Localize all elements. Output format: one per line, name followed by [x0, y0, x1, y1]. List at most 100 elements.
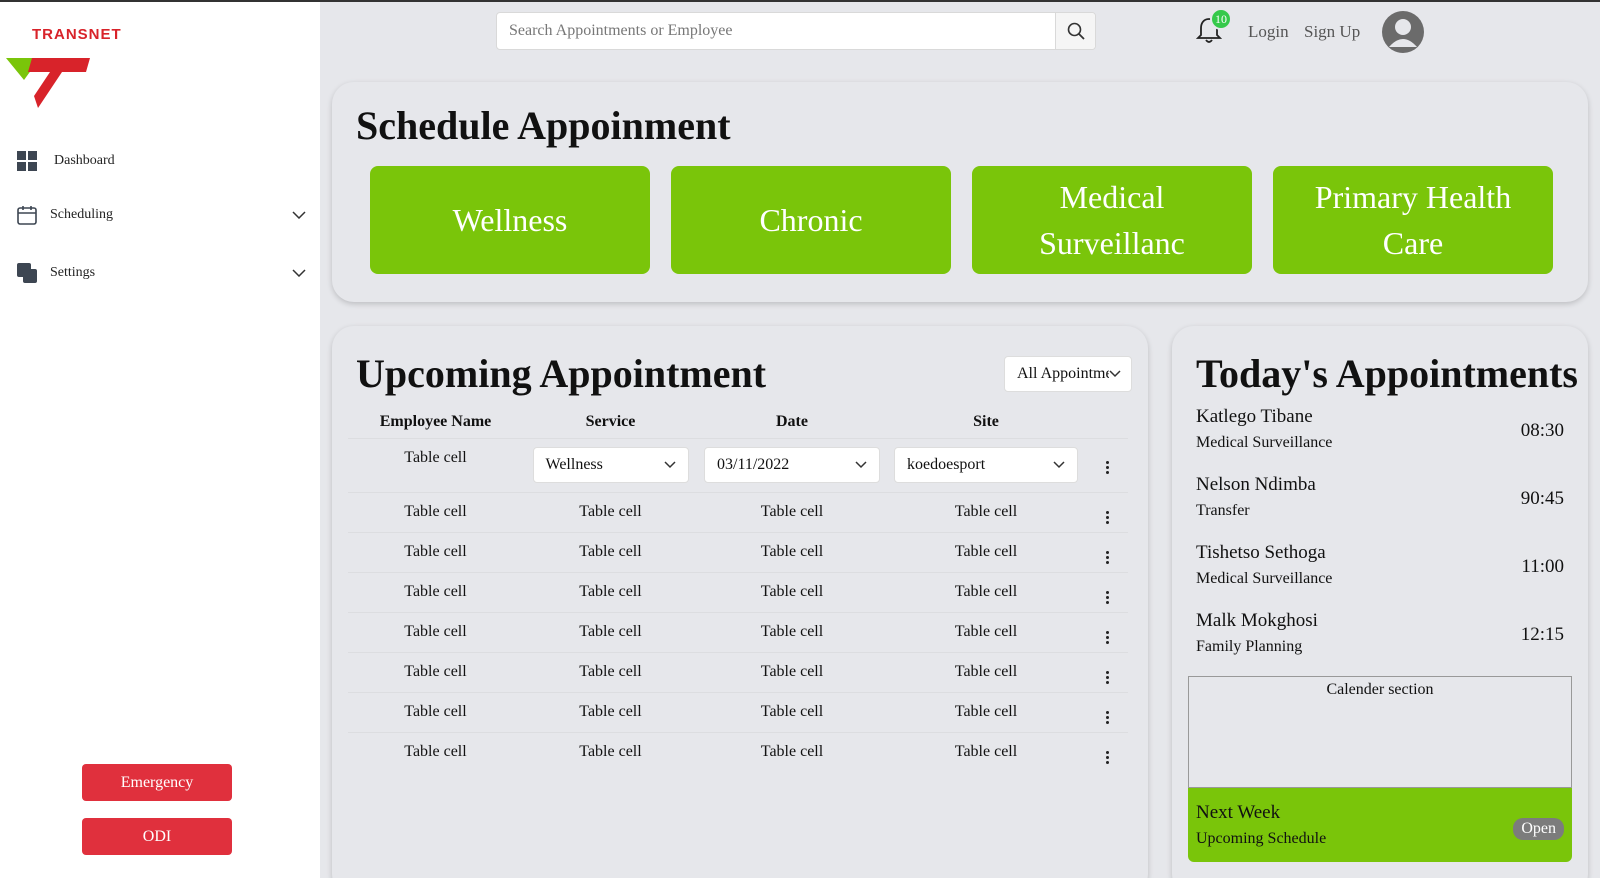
- row-menu-icon[interactable]: [1097, 710, 1117, 724]
- table-cell: Table cell: [348, 571, 523, 612]
- sidebar-item-label: Settings: [50, 265, 96, 280]
- sidebar-item-scheduling[interactable]: Scheduling: [16, 204, 306, 226]
- appointment-service: Medical Surveillance: [1196, 434, 1333, 451]
- appointment-name: Tishetso Sethoga: [1196, 542, 1326, 563]
- chevron-down-icon: [1053, 461, 1065, 469]
- table-row: Table cell Table cell Table cell Table c…: [348, 491, 1128, 532]
- appointments-table: Employee Name Service Date Site Table ce…: [348, 406, 1128, 772]
- table-cell: Table cell: [886, 731, 1086, 772]
- row-menu-icon[interactable]: [1097, 630, 1117, 644]
- notification-badge: 10: [1210, 8, 1232, 30]
- appointments-filter-select[interactable]: All Appointments: [1004, 356, 1132, 392]
- table-cell: Table cell: [886, 611, 1086, 652]
- odi-button[interactable]: ODI: [82, 818, 232, 855]
- row-menu-icon[interactable]: [1097, 510, 1117, 524]
- sidebar-item-label: Scheduling: [50, 207, 113, 222]
- table-row: Table cell Table cell Table cell Table c…: [348, 531, 1128, 572]
- table-row: Table cell Table cell Table cell Table c…: [348, 651, 1128, 692]
- table-cell: Table cell: [523, 731, 698, 772]
- calendar-label: Calender section: [1326, 681, 1434, 698]
- sidebar-item-settings[interactable]: Settings: [16, 262, 306, 284]
- table-cell: Table cell: [698, 611, 886, 652]
- search-bar: [496, 12, 1096, 50]
- calendar-section[interactable]: Calender section: [1188, 676, 1572, 788]
- user-icon: [1389, 19, 1417, 47]
- table-cell: Table cell: [348, 531, 523, 572]
- appointment-name: Nelson Ndimba: [1196, 474, 1316, 495]
- table-cell: Table cell: [886, 491, 1086, 532]
- sidebar-item-label: Dashboard: [54, 153, 115, 168]
- search-input[interactable]: [497, 13, 1055, 49]
- column-header: Service: [585, 412, 636, 430]
- appointment-item[interactable]: Nelson Ndimba Transfer 90:45: [1196, 474, 1564, 520]
- table-cell: Table cell: [523, 531, 698, 572]
- cell-employee-name: Table cell: [348, 437, 523, 492]
- chevron-down-icon[interactable]: [292, 208, 306, 222]
- table-cell: Table cell: [698, 731, 886, 772]
- login-link[interactable]: Login: [1248, 22, 1289, 42]
- appointment-item[interactable]: Katlego Tibane Medical Surveillance 08:3…: [1196, 406, 1564, 452]
- table-cell: Table cell: [698, 651, 886, 692]
- search-button[interactable]: [1055, 13, 1095, 49]
- todays-appointments-card: Today's Appointments Katlego Tibane Medi…: [1172, 326, 1588, 878]
- table-row: Table cell Table cell Table cell Table c…: [348, 611, 1128, 652]
- table-cell: Table cell: [348, 731, 523, 772]
- sidebar-item-dashboard[interactable]: Dashboard: [16, 150, 306, 172]
- table-row: Table cell Table cell Table cell Table c…: [348, 691, 1128, 732]
- calendar-icon: [16, 204, 38, 226]
- column-header-actions: [1086, 406, 1128, 438]
- service-button-wellness[interactable]: Wellness: [370, 166, 650, 274]
- appointment-item[interactable]: Tishetso Sethoga Medical Surveillance 11…: [1196, 542, 1564, 588]
- table-cell: Table cell: [523, 691, 698, 732]
- open-button[interactable]: Open: [1513, 818, 1564, 840]
- appointment-name: Malk Mokghosi: [1196, 610, 1318, 631]
- table-cell: Table cell: [523, 651, 698, 692]
- appointment-item[interactable]: Malk Mokghosi Family Planning 12:15: [1196, 610, 1564, 656]
- avatar[interactable]: [1382, 11, 1424, 53]
- sidebar: TRANSNET Dashboard Scheduling Settings E…: [0, 2, 320, 878]
- appointment-name: Katlego Tibane: [1196, 406, 1313, 427]
- service-button-chronic[interactable]: Chronic: [671, 166, 951, 274]
- schedule-title: Schedule Appoinment: [356, 103, 731, 148]
- table-cell: Table cell: [348, 691, 523, 732]
- chevron-down-icon: [1109, 370, 1121, 378]
- emergency-button[interactable]: Emergency: [82, 764, 232, 801]
- table-cell: Table cell: [698, 491, 886, 532]
- table-cell: Table cell: [523, 611, 698, 652]
- row-menu-icon[interactable]: [1097, 460, 1117, 474]
- appointment-service: Family Planning: [1196, 638, 1303, 655]
- appointment-time: 12:15: [1520, 624, 1564, 645]
- table-cell: Table cell: [523, 571, 698, 612]
- table-row: Table cell Table cell Table cell Table c…: [348, 571, 1128, 612]
- service-button-primary-health-care[interactable]: Primary Health Care: [1273, 166, 1553, 274]
- service-select-value: Wellness: [545, 456, 603, 473]
- table-cell: Table cell: [698, 531, 886, 572]
- appointment-time: 11:00: [1521, 556, 1564, 577]
- table-cell: Table cell: [348, 491, 523, 532]
- chevron-down-icon[interactable]: [292, 266, 306, 280]
- row-menu-icon[interactable]: [1097, 550, 1117, 564]
- site-select[interactable]: koedoesport: [894, 447, 1078, 483]
- row-menu-icon[interactable]: [1097, 750, 1117, 764]
- upcoming-title: Upcoming Appointment: [356, 351, 767, 396]
- table-cell: Table cell: [886, 691, 1086, 732]
- next-week-title: Next Week: [1196, 802, 1281, 823]
- row-menu-icon[interactable]: [1097, 670, 1117, 684]
- appointment-service: Medical Surveillance: [1196, 570, 1333, 587]
- table-cell: Table cell: [886, 571, 1086, 612]
- column-header: Site: [973, 412, 999, 430]
- table-cell: Table cell: [698, 691, 886, 732]
- today-title: Today's Appointments: [1196, 351, 1578, 396]
- next-week-subtitle: Upcoming Schedule: [1196, 830, 1327, 847]
- transnet-logo-icon: [6, 58, 90, 108]
- next-week-panel: Next Week Upcoming Schedule Open: [1188, 788, 1572, 862]
- date-select[interactable]: 03/11/2022: [704, 447, 880, 483]
- date-select-value: 03/11/2022: [717, 456, 790, 473]
- brand-logo-text: TRANSNET: [32, 26, 122, 43]
- site-select-value: koedoesport: [907, 456, 986, 473]
- table-row: Table cell Wellness 03/11/2022 koedoespo…: [348, 437, 1128, 492]
- signup-link[interactable]: Sign Up: [1304, 22, 1360, 42]
- service-select[interactable]: Wellness: [532, 447, 689, 483]
- row-menu-icon[interactable]: [1097, 590, 1117, 604]
- service-button-medical-surveillance[interactable]: Medical Surveillanc: [972, 166, 1252, 274]
